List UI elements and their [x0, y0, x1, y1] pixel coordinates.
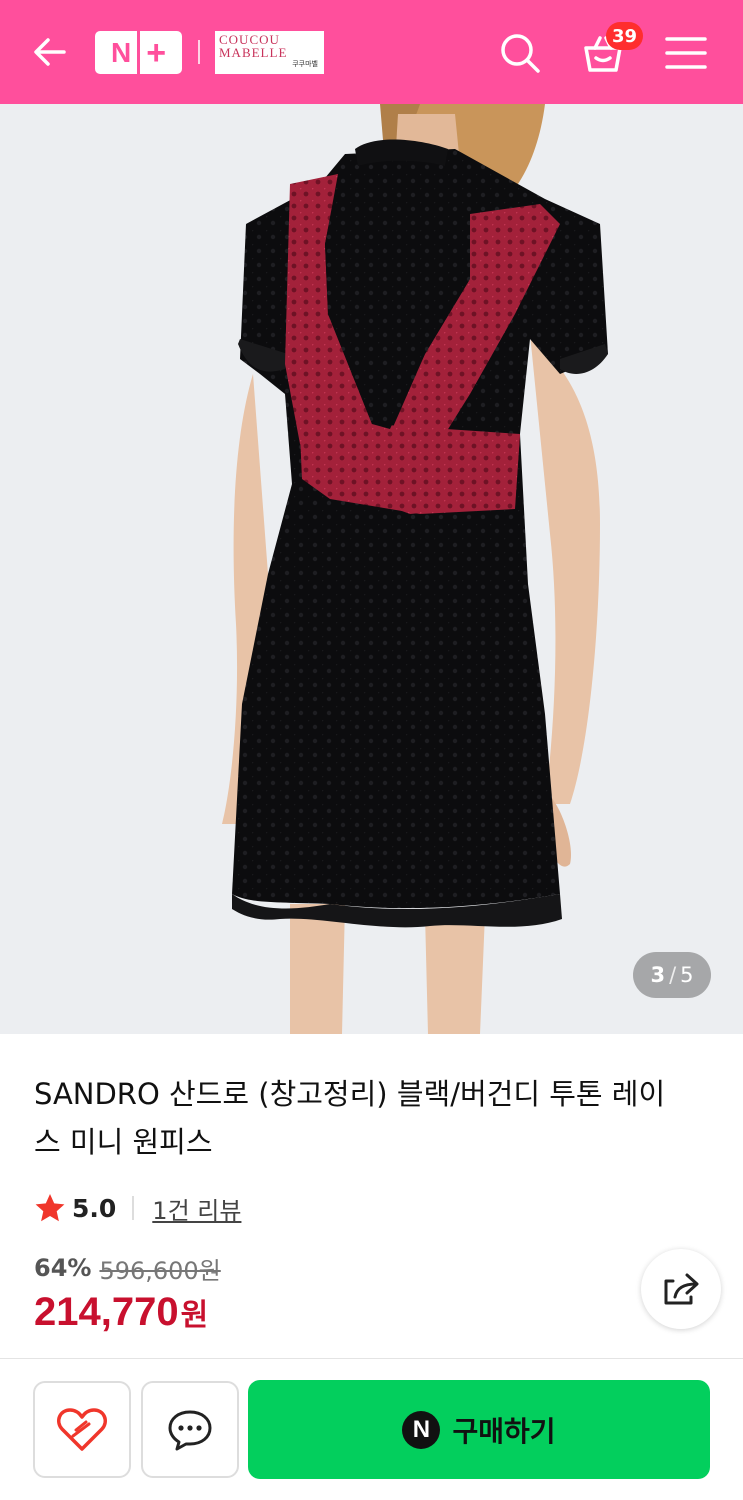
star-icon	[35, 1194, 65, 1222]
sale-price: 214,770	[34, 1290, 179, 1334]
menu-button[interactable]	[663, 34, 709, 72]
image-counter-current: 3	[650, 963, 666, 987]
store-logo[interactable]: COUCOU MABELLE 쿠쿠마벨	[215, 31, 324, 74]
image-counter-total: 5	[680, 963, 694, 987]
cart-count-badge: 39	[606, 22, 644, 50]
nplus-logo-divider	[137, 31, 141, 74]
price-original-row: 64% 596,600원	[34, 1250, 221, 1286]
wishlist-button[interactable]	[33, 1381, 131, 1478]
rating-row: 5.0 1건 리뷰	[34, 1188, 241, 1228]
image-counter: 3 / 5	[633, 952, 711, 998]
store-logo-sub: 쿠쿠마벨	[292, 60, 318, 68]
top-app-bar: N + COUCOU MABELLE 쿠쿠마벨 39	[0, 0, 743, 104]
heart-icon	[57, 1407, 107, 1451]
rating-divider	[132, 1196, 135, 1220]
product-photo	[222, 104, 608, 1034]
search-icon	[501, 34, 540, 73]
header-divider	[198, 40, 200, 64]
share-icon	[664, 1273, 699, 1305]
sale-price-unit: 원	[180, 1298, 209, 1333]
original-price: 596,600원	[99, 1256, 221, 1285]
chat-bubble-icon	[168, 1410, 212, 1450]
buy-now-label: 구매하기	[452, 1414, 556, 1448]
image-counter-separator: /	[669, 963, 677, 987]
discount-rate: 64%	[34, 1254, 92, 1282]
buy-now-button[interactable]: N 구매하기	[248, 1380, 710, 1479]
nplus-logo-n: N	[110, 36, 132, 68]
nplus-store-logo[interactable]: N +	[95, 31, 182, 74]
review-count-link[interactable]: 1건 리뷰	[152, 1191, 241, 1226]
bottom-bar-divider	[0, 1358, 743, 1359]
product-title: SANDRO 산드로 (창고정리) 블랙/버건디 투톤 레이스 미니 원피스	[34, 1077, 666, 1159]
back-button[interactable]	[28, 30, 72, 74]
search-button[interactable]	[497, 30, 543, 76]
nplus-logo-plus: +	[146, 33, 167, 72]
arrow-left-icon	[34, 38, 66, 66]
product-image[interactable]	[0, 104, 743, 1034]
sale-price-row: 214,770 원	[34, 1290, 208, 1335]
naver-pay-badge-icon: N	[402, 1410, 441, 1449]
share-button[interactable]	[641, 1249, 721, 1329]
hamburger-menu-icon	[665, 37, 707, 69]
rating-value: 5.0	[72, 1193, 117, 1223]
talk-chat-button[interactable]	[141, 1381, 239, 1478]
